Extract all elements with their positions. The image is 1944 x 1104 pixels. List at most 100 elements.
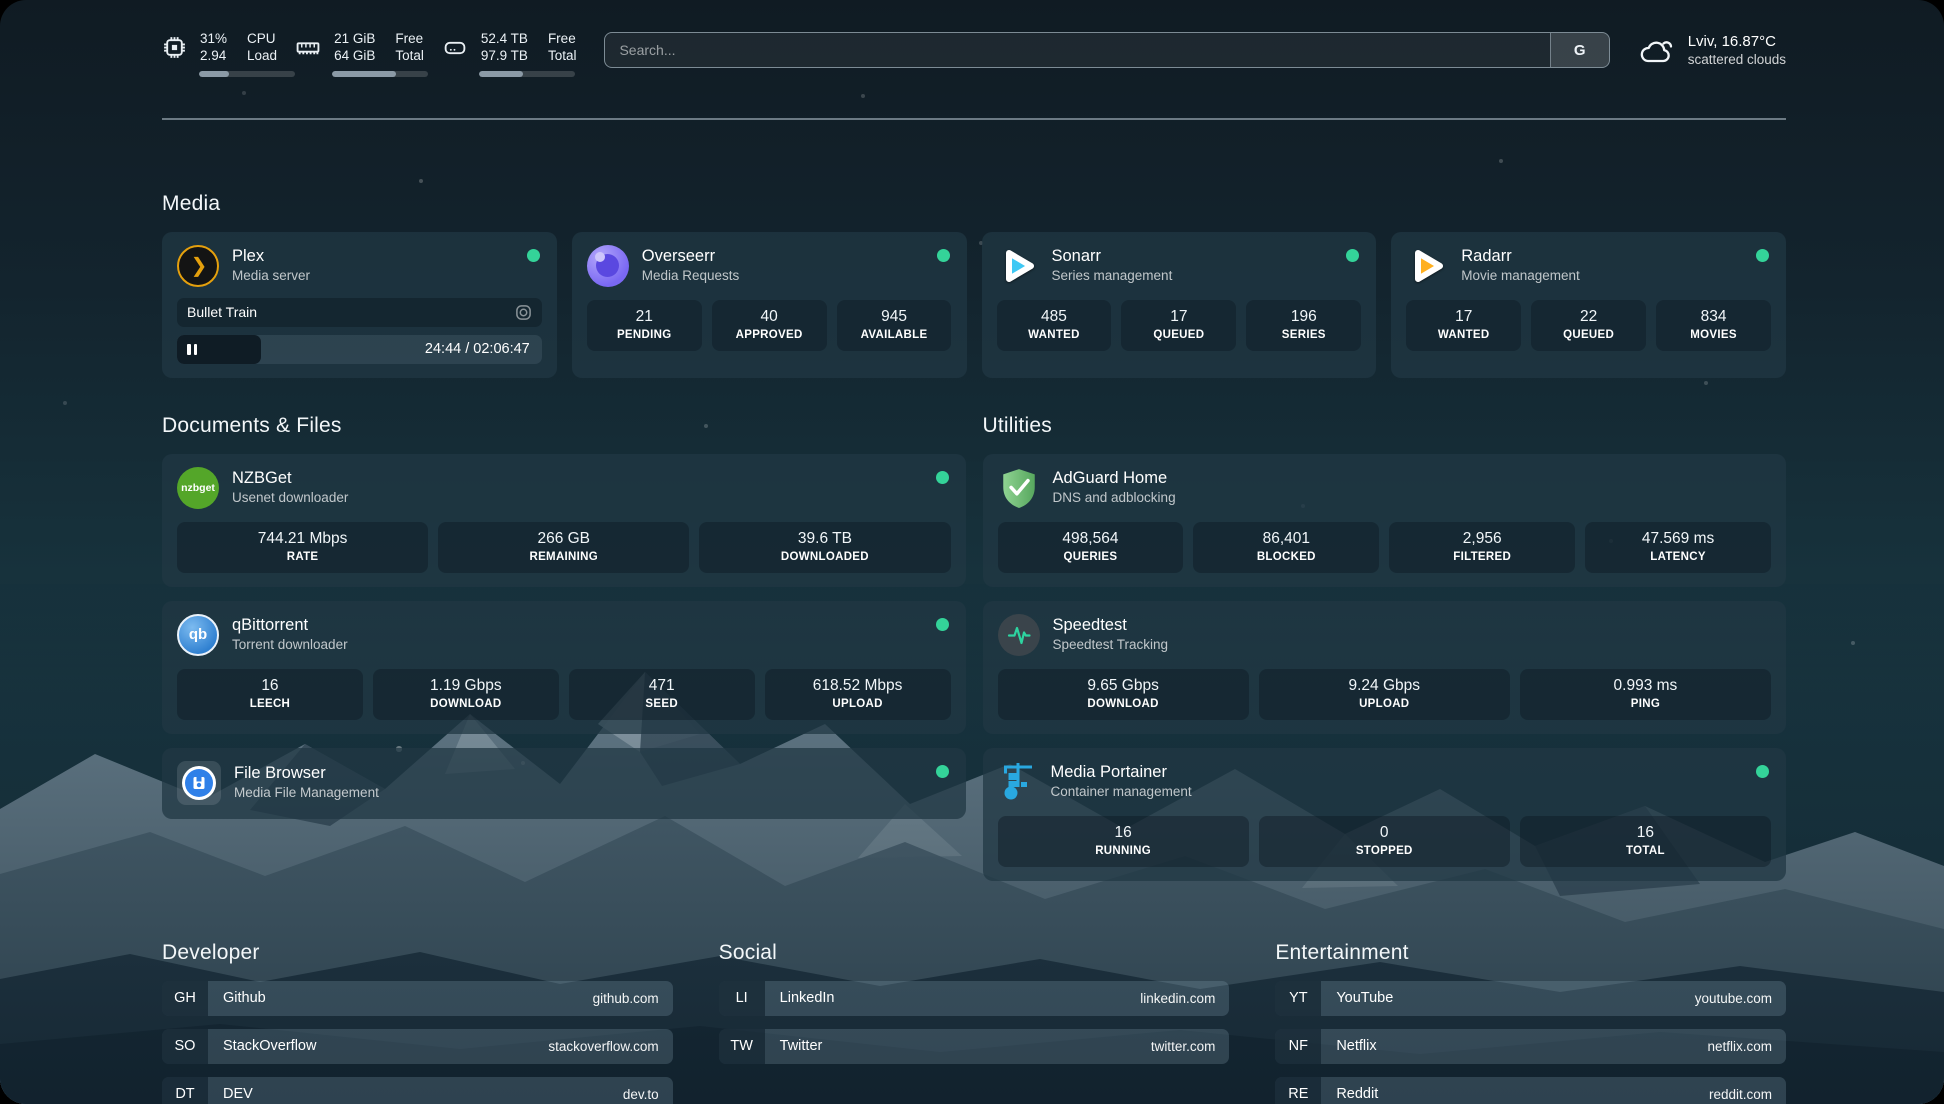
bookmark-url: twitter.com [1151, 1039, 1230, 1054]
memory-bar [332, 71, 428, 77]
search-provider-button[interactable]: G [1550, 33, 1609, 67]
bookmark-abbr: TW [719, 1029, 765, 1064]
bookmark-dev[interactable]: DT DEV dev.to [162, 1077, 673, 1104]
media-session-icon [515, 304, 532, 321]
sonarr-logo-icon [997, 245, 1039, 287]
service-title: NZBGet [232, 468, 348, 489]
memory-free: 21 GiB [334, 30, 375, 48]
topbar-divider [162, 118, 1786, 120]
stat-downloaded: 39.6 TBDOWNLOADED [699, 522, 950, 573]
section-title-media: Media [162, 192, 1786, 216]
status-indicator [937, 249, 950, 262]
memory-free-label: Free [395, 30, 424, 48]
stat-series: 196SERIES [1246, 300, 1361, 351]
service-title: qBittorrent [232, 615, 348, 636]
portainer-logo-icon [998, 761, 1038, 803]
bookmark-abbr: LI [719, 981, 765, 1016]
bookmark-twitter[interactable]: TW Twitter twitter.com [719, 1029, 1230, 1064]
service-subtitle: Torrent downloader [232, 636, 348, 654]
service-card-adguard[interactable]: AdGuard Home DNS and adblocking 498,564Q… [983, 454, 1787, 587]
bookmark-url: youtube.com [1695, 991, 1786, 1006]
bookmark-url: github.com [593, 991, 673, 1006]
service-card-filebrowser[interactable]: File Browser Media File Management [162, 748, 966, 819]
service-card-plex[interactable]: ❯ Plex Media server Bullet Train [162, 232, 557, 378]
service-card-portainer[interactable]: Media Portainer Container management 16R… [983, 748, 1787, 881]
stat-leech: 16LEECH [177, 669, 363, 720]
speedtest-logo-icon [998, 614, 1040, 656]
bookmark-name: DEV [208, 1086, 253, 1102]
now-playing-title: Bullet Train [187, 304, 257, 320]
stat-pending: 21PENDING [587, 300, 702, 351]
search-input[interactable] [605, 33, 1549, 67]
status-indicator [527, 249, 540, 262]
stat-available: 945AVAILABLE [837, 300, 952, 351]
memory-widget: 21 GiB 64 GiB Free Total [295, 30, 424, 77]
bookmark-youtube[interactable]: YT YouTube youtube.com [1275, 981, 1786, 1016]
status-indicator [936, 765, 949, 778]
plex-logo-icon: ❯ [177, 245, 219, 287]
status-indicator [1346, 249, 1359, 262]
search-bar[interactable]: G [604, 32, 1609, 68]
stat-movies: 834MOVIES [1656, 300, 1771, 351]
radarr-logo-icon [1406, 245, 1448, 287]
service-subtitle: Media server [232, 267, 310, 285]
disk-free-label: Free [548, 30, 577, 48]
cpu-label: CPU [247, 30, 277, 48]
stat-rate: 744.21 MbpsRATE [177, 522, 428, 573]
dashboard-screen: 31% 2.94 CPU Load [0, 0, 1944, 1104]
stat-stopped: 0STOPPED [1259, 816, 1510, 867]
stat-wanted: 17WANTED [1406, 300, 1521, 351]
bookmark-abbr: DT [162, 1077, 208, 1104]
stat-blocked: 86,401BLOCKED [1193, 522, 1379, 573]
service-card-radarr[interactable]: Radarr Movie management 17WANTED 22QUEUE… [1391, 232, 1786, 378]
nzbget-logo-icon: nzbget [177, 467, 219, 509]
bookmark-url: stackoverflow.com [548, 1039, 672, 1054]
disk-free: 52.4 TB [481, 30, 528, 48]
service-card-speedtest[interactable]: Speedtest Speedtest Tracking 9.65 GbpsDO… [983, 601, 1787, 734]
section-media: Media ❯ Plex Media server Bullet Train [162, 192, 1786, 378]
qbittorrent-logo-icon: qb [177, 614, 219, 656]
bookmark-url: netflix.com [1707, 1039, 1786, 1054]
stat-total: 16TOTAL [1520, 816, 1771, 867]
filebrowser-logo-icon [177, 761, 221, 805]
memory-total-label: Total [395, 47, 424, 65]
service-subtitle: Media Requests [642, 267, 740, 285]
bookmark-stackoverflow[interactable]: SO StackOverflow stackoverflow.com [162, 1029, 673, 1064]
bookmark-abbr: NF [1275, 1029, 1321, 1064]
section-utilities: Utilities AdGuard Home [983, 414, 1787, 881]
bookmark-abbr: RE [1275, 1077, 1321, 1104]
stat-queries: 498,564QUERIES [998, 522, 1184, 573]
memory-total: 64 GiB [334, 47, 375, 65]
stat-download: 1.19 GbpsDOWNLOAD [373, 669, 559, 720]
topbar: 31% 2.94 CPU Load [162, 26, 1786, 80]
section-social: Social LI LinkedIn linkedin.com TW Twitt… [719, 941, 1230, 1077]
service-card-overseerr[interactable]: Overseerr Media Requests 21PENDING 40APP… [572, 232, 967, 378]
service-card-nzbget[interactable]: nzbget NZBGet Usenet downloader 744.21 M… [162, 454, 966, 587]
service-card-qbittorrent[interactable]: qb qBittorrent Torrent downloader 16LEEC… [162, 601, 966, 734]
bookmark-name: Twitter [765, 1038, 823, 1054]
service-subtitle: Series management [1052, 267, 1173, 285]
stat-wanted: 485WANTED [997, 300, 1112, 351]
bookmark-linkedin[interactable]: LI LinkedIn linkedin.com [719, 981, 1230, 1016]
disk-bar [479, 71, 575, 77]
status-indicator [936, 471, 949, 484]
service-subtitle: Media File Management [234, 784, 379, 802]
bookmark-github[interactable]: GH Github github.com [162, 981, 673, 1016]
service-subtitle: Speedtest Tracking [1053, 636, 1169, 654]
service-card-sonarr[interactable]: Sonarr Series management 485WANTED 17QUE… [982, 232, 1377, 378]
service-subtitle: Movie management [1461, 267, 1580, 285]
section-entertainment: Entertainment YT YouTube youtube.com NF … [1275, 941, 1786, 1104]
cpu-loadavg: 2.94 [200, 47, 227, 65]
bookmark-abbr: YT [1275, 981, 1321, 1016]
disk-total-label: Total [548, 47, 577, 65]
bookmark-netflix[interactable]: NF Netflix netflix.com [1275, 1029, 1786, 1064]
service-subtitle: DNS and adblocking [1053, 489, 1176, 507]
cpu-icon [162, 35, 187, 60]
bookmark-url: linkedin.com [1140, 991, 1229, 1006]
service-title: Media Portainer [1051, 762, 1192, 783]
service-title: File Browser [234, 763, 379, 784]
adguard-logo-icon [998, 467, 1040, 509]
section-documents: Documents & Files nzbget NZBGet Usenet d… [162, 414, 966, 819]
disk-widget: 52.4 TB 97.9 TB Free Total [442, 30, 577, 77]
bookmark-reddit[interactable]: RE Reddit reddit.com [1275, 1077, 1786, 1104]
